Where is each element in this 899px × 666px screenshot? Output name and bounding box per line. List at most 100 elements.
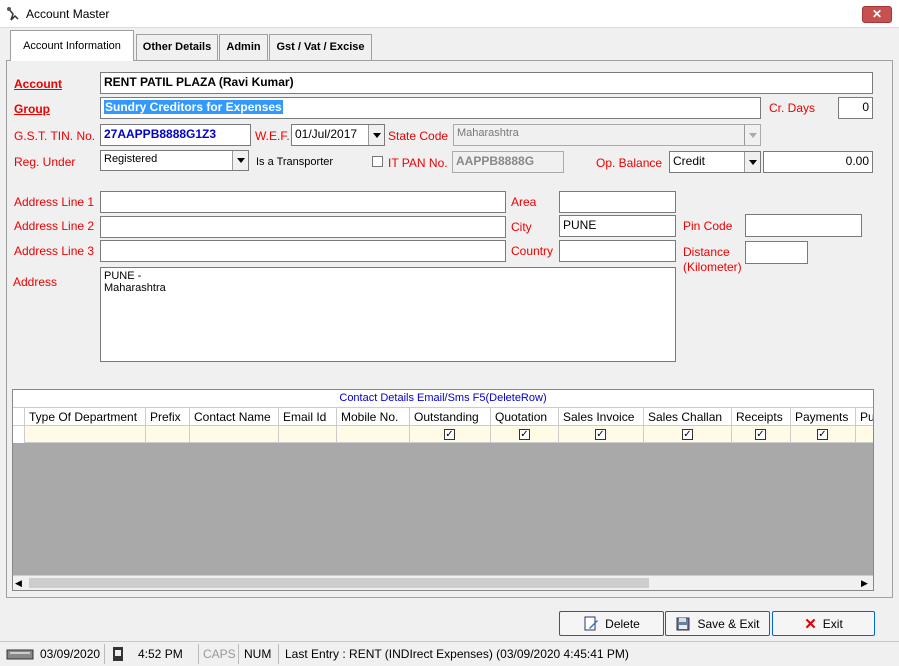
edit-document-icon: [584, 616, 599, 630]
column-header[interactable]: Email Id: [279, 408, 337, 427]
tab-gst-vat-excise[interactable]: Gst / Vat / Excise: [269, 34, 372, 61]
account-input[interactable]: RENT PATIL PLAZA (Ravi Kumar): [100, 72, 873, 94]
transporter-label: Is a Transporter: [256, 156, 334, 168]
country-label: Country: [511, 244, 554, 258]
table-cell[interactable]: [190, 426, 279, 443]
sales-challan-checkbox[interactable]: ✓: [682, 429, 693, 440]
chevron-down-icon[interactable]: [232, 151, 248, 170]
save-exit-button-label: Save & Exit: [697, 616, 760, 631]
column-header[interactable]: Type Of Department: [25, 408, 146, 427]
row-header-cell: [13, 426, 25, 443]
table-cell[interactable]: ✓: [559, 426, 644, 443]
save-exit-button[interactable]: Save & Exit: [665, 611, 770, 636]
pincode-input[interactable]: [745, 214, 862, 237]
table-cell[interactable]: [337, 426, 410, 443]
column-header[interactable]: Quotation: [491, 408, 559, 427]
pincode-label: Pin Code: [683, 219, 733, 233]
table-cell[interactable]: [25, 426, 146, 443]
column-header[interactable]: Payments: [791, 408, 856, 427]
tab-admin[interactable]: Admin: [219, 34, 268, 61]
scroll-left-icon[interactable]: ◀: [15, 578, 22, 589]
close-button[interactable]: ✕: [862, 6, 892, 23]
caps-indicator: CAPS: [203, 647, 236, 661]
city-input[interactable]: PUNE: [559, 215, 676, 237]
cr-days-input[interactable]: 0: [838, 97, 873, 119]
it-pan-input[interactable]: AAPPB8888G: [452, 151, 564, 173]
exit-button[interactable]: ✕ Exit: [772, 611, 875, 636]
address-line1-input[interactable]: [100, 191, 506, 213]
last-entry-text: Last Entry : RENT (INDIrect Expenses) (0…: [285, 647, 629, 661]
address-line2-label: Address Line 2: [14, 219, 95, 233]
chevron-down-icon[interactable]: [744, 125, 760, 145]
table-cell[interactable]: ✓: [410, 426, 491, 443]
op-balance-type-value: Credit: [673, 154, 706, 168]
column-header[interactable]: Outstanding: [410, 408, 491, 427]
close-icon: ✕: [804, 615, 817, 633]
column-header[interactable]: Contact Name: [190, 408, 279, 427]
table-row[interactable]: ✓ ✓ ✓ ✓ ✓ ✓: [13, 426, 873, 443]
delete-button[interactable]: Delete: [559, 611, 664, 636]
chevron-down-icon[interactable]: [368, 125, 384, 145]
num-indicator: NUM: [244, 647, 272, 661]
column-header[interactable]: Mobile No.: [337, 408, 410, 427]
op-balance-type-select[interactable]: Credit: [669, 151, 761, 173]
tab-account-information[interactable]: Account Information: [10, 30, 134, 61]
state-code-value: Maharashtra: [457, 127, 519, 139]
group-input[interactable]: Sundry Creditors for Expenses: [100, 97, 761, 119]
scroll-right-icon[interactable]: ▶: [861, 578, 868, 589]
column-header[interactable]: Pu: [856, 408, 873, 427]
column-header[interactable]: Sales Invoice: [559, 408, 644, 427]
area-label: Area: [511, 195, 537, 209]
reg-under-select[interactable]: Registered: [100, 150, 249, 171]
address-line1-label: Address Line 1: [14, 195, 95, 209]
column-header[interactable]: Receipts: [732, 408, 791, 427]
address-line3-input[interactable]: [100, 240, 506, 262]
table-cell[interactable]: ✓: [491, 426, 559, 443]
table-cell[interactable]: ✓: [791, 426, 856, 443]
chevron-down-icon[interactable]: [744, 152, 760, 172]
address-line-1-text: PUNE -: [104, 270, 142, 282]
row-header-cell: [13, 408, 25, 427]
column-header[interactable]: Sales Challan: [644, 408, 732, 427]
state-code-select[interactable]: Maharashtra: [453, 124, 761, 146]
calendar-icon: [6, 649, 34, 660]
table-cell[interactable]: [856, 426, 873, 443]
table-cell[interactable]: [279, 426, 337, 443]
quotation-checkbox[interactable]: ✓: [519, 429, 530, 440]
contacts-grid-header: Type Of Department Prefix Contact Name E…: [13, 407, 873, 427]
sales-invoice-checkbox[interactable]: ✓: [595, 429, 606, 440]
wef-value: 01/Jul/2017: [295, 127, 358, 141]
state-code-label: State Code: [388, 129, 449, 143]
address-line-2-text: Maharashtra: [104, 282, 166, 294]
area-input[interactable]: [559, 191, 676, 213]
distance-unit-label: (Kilometer): [683, 260, 742, 274]
reg-under-value: Registered: [104, 153, 158, 165]
distance-input[interactable]: [745, 241, 808, 264]
status-bar: 03/09/2020 4:52 PM CAPS NUM Last Entry :…: [0, 641, 899, 666]
receipts-checkbox[interactable]: ✓: [755, 429, 766, 440]
op-balance-input[interactable]: 0.00: [763, 151, 873, 173]
delete-button-label: Delete: [605, 616, 640, 631]
status-date: 03/09/2020: [40, 647, 101, 661]
payments-checkbox[interactable]: ✓: [817, 429, 828, 440]
table-cell[interactable]: ✓: [732, 426, 791, 443]
tab-other-details[interactable]: Other Details: [136, 34, 218, 61]
it-pan-checkbox[interactable]: [372, 156, 383, 167]
table-cell[interactable]: [146, 426, 190, 443]
wef-label: W.E.F.: [255, 129, 290, 143]
table-cell[interactable]: ✓: [644, 426, 732, 443]
city-label: City: [511, 220, 532, 234]
address-line2-input[interactable]: [100, 216, 506, 238]
scrollbar-thumb[interactable]: [29, 578, 649, 588]
exit-button-label: Exit: [822, 616, 843, 631]
contacts-grid[interactable]: Contact Details Email/Sms F5(DeleteRow) …: [12, 389, 874, 591]
country-input[interactable]: [559, 240, 676, 262]
wef-date-picker[interactable]: 01/Jul/2017: [291, 124, 385, 146]
address-textarea[interactable]: PUNE - Maharashtra: [100, 267, 676, 362]
gst-input[interactable]: 27AAPPB8888G1Z3: [100, 124, 251, 146]
op-balance-label: Op. Balance: [596, 156, 663, 170]
title-bar: Account Master ✕: [0, 0, 899, 28]
outstanding-checkbox[interactable]: ✓: [444, 429, 455, 440]
column-header[interactable]: Prefix: [146, 408, 190, 427]
horizontal-scrollbar[interactable]: ◀ ▶: [13, 575, 873, 590]
